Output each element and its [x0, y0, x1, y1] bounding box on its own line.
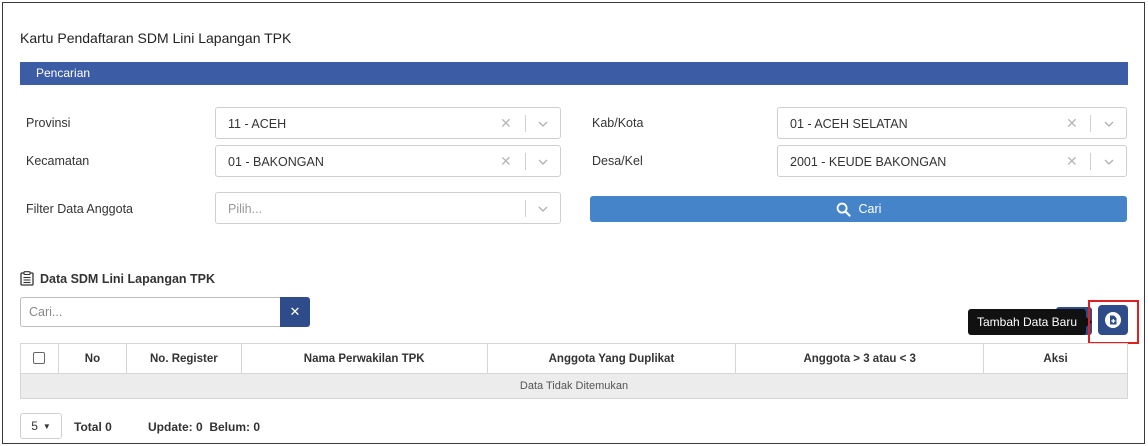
- close-icon: ✕: [289, 304, 301, 319]
- cari-button[interactable]: Cari: [590, 196, 1127, 222]
- desakel-label: Desa/Kel: [592, 154, 643, 168]
- chevron-down-icon[interactable]: [1102, 117, 1116, 131]
- select-separator: [1090, 153, 1091, 170]
- select-all-checkbox[interactable]: [33, 352, 46, 365]
- clear-icon[interactable]: ✕: [500, 153, 512, 170]
- chevron-down-icon[interactable]: [1102, 155, 1116, 169]
- search-icon: [836, 202, 851, 217]
- column-header[interactable]: Nama Perwakilan TPK: [240, 343, 488, 374]
- column-header[interactable]: No. Register: [125, 343, 242, 374]
- caret-down-icon: ▼: [42, 421, 51, 431]
- clear-icon[interactable]: ✕: [500, 115, 512, 132]
- total-count: Total 0: [74, 420, 112, 434]
- table-header-row: No No. Register Nama Perwakilan TPK Angg…: [20, 343, 1128, 374]
- select-separator: [525, 115, 526, 132]
- kabkota-select[interactable]: 01 - ACEH SELATAN ✕: [777, 107, 1127, 139]
- clear-icon[interactable]: ✕: [1066, 153, 1078, 170]
- empty-message: Data Tidak Ditemukan: [20, 373, 1128, 399]
- provinsi-value: 11 - ACEH: [228, 117, 287, 131]
- empty-row: Data Tidak Ditemukan: [20, 373, 1128, 399]
- highlight-box: [1088, 300, 1139, 344]
- data-section-title-text: Data SDM Lini Lapangan TPK: [40, 271, 216, 286]
- search-clear-button[interactable]: ✕: [280, 297, 310, 327]
- column-header[interactable]: Anggota > 3 atau < 3: [735, 343, 985, 374]
- kecamatan-select[interactable]: 01 - BAKONGAN ✕: [215, 145, 561, 177]
- page-title: Kartu Pendaftaran SDM Lini Lapangan TPK: [20, 30, 292, 46]
- data-section-title: Data SDM Lini Lapangan TPK: [20, 271, 215, 286]
- page-size-select[interactable]: 5 ▼: [20, 413, 62, 439]
- provinsi-select[interactable]: 11 - ACEH ✕: [215, 107, 561, 139]
- column-header: Aksi: [983, 343, 1128, 374]
- provinsi-label: Provinsi: [26, 116, 71, 130]
- chevron-down-icon[interactable]: [536, 117, 550, 131]
- desakel-value: 2001 - KEUDE BAKONGAN: [790, 155, 947, 169]
- filter-placeholder: Pilih...: [228, 202, 263, 216]
- add-tooltip: Tambah Data Baru: [968, 309, 1086, 335]
- update-status: Update: 0 Belum: 0: [148, 420, 261, 434]
- select-all-cell: [20, 343, 59, 374]
- clipboard-icon: [20, 271, 34, 286]
- select-separator: [525, 200, 526, 217]
- chevron-down-icon[interactable]: [536, 155, 550, 169]
- column-header[interactable]: Anggota Yang Duplikat: [486, 343, 737, 374]
- select-separator: [1090, 115, 1091, 132]
- table-search-input[interactable]: [20, 297, 280, 327]
- kecamatan-value: 01 - BAKONGAN: [228, 155, 324, 169]
- desakel-select[interactable]: 2001 - KEUDE BAKONGAN ✕: [777, 145, 1127, 177]
- page-size-value: 5: [31, 419, 38, 433]
- cari-button-label: Cari: [858, 202, 882, 216]
- kabkota-label: Kab/Kota: [592, 116, 644, 130]
- filter-select[interactable]: Pilih...: [215, 192, 561, 224]
- clear-icon[interactable]: ✕: [1066, 115, 1078, 132]
- kecamatan-label: Kecamatan: [26, 154, 90, 168]
- column-header[interactable]: No: [57, 343, 127, 374]
- select-separator: [525, 153, 526, 170]
- chevron-down-icon[interactable]: [536, 202, 550, 216]
- data-table: No No. Register Nama Perwakilan TPK Angg…: [20, 343, 1128, 399]
- kabkota-value: 01 - ACEH SELATAN: [790, 117, 908, 131]
- search-panel-header: Pencarian: [20, 62, 1128, 85]
- filter-label: Filter Data Anggota: [26, 202, 134, 216]
